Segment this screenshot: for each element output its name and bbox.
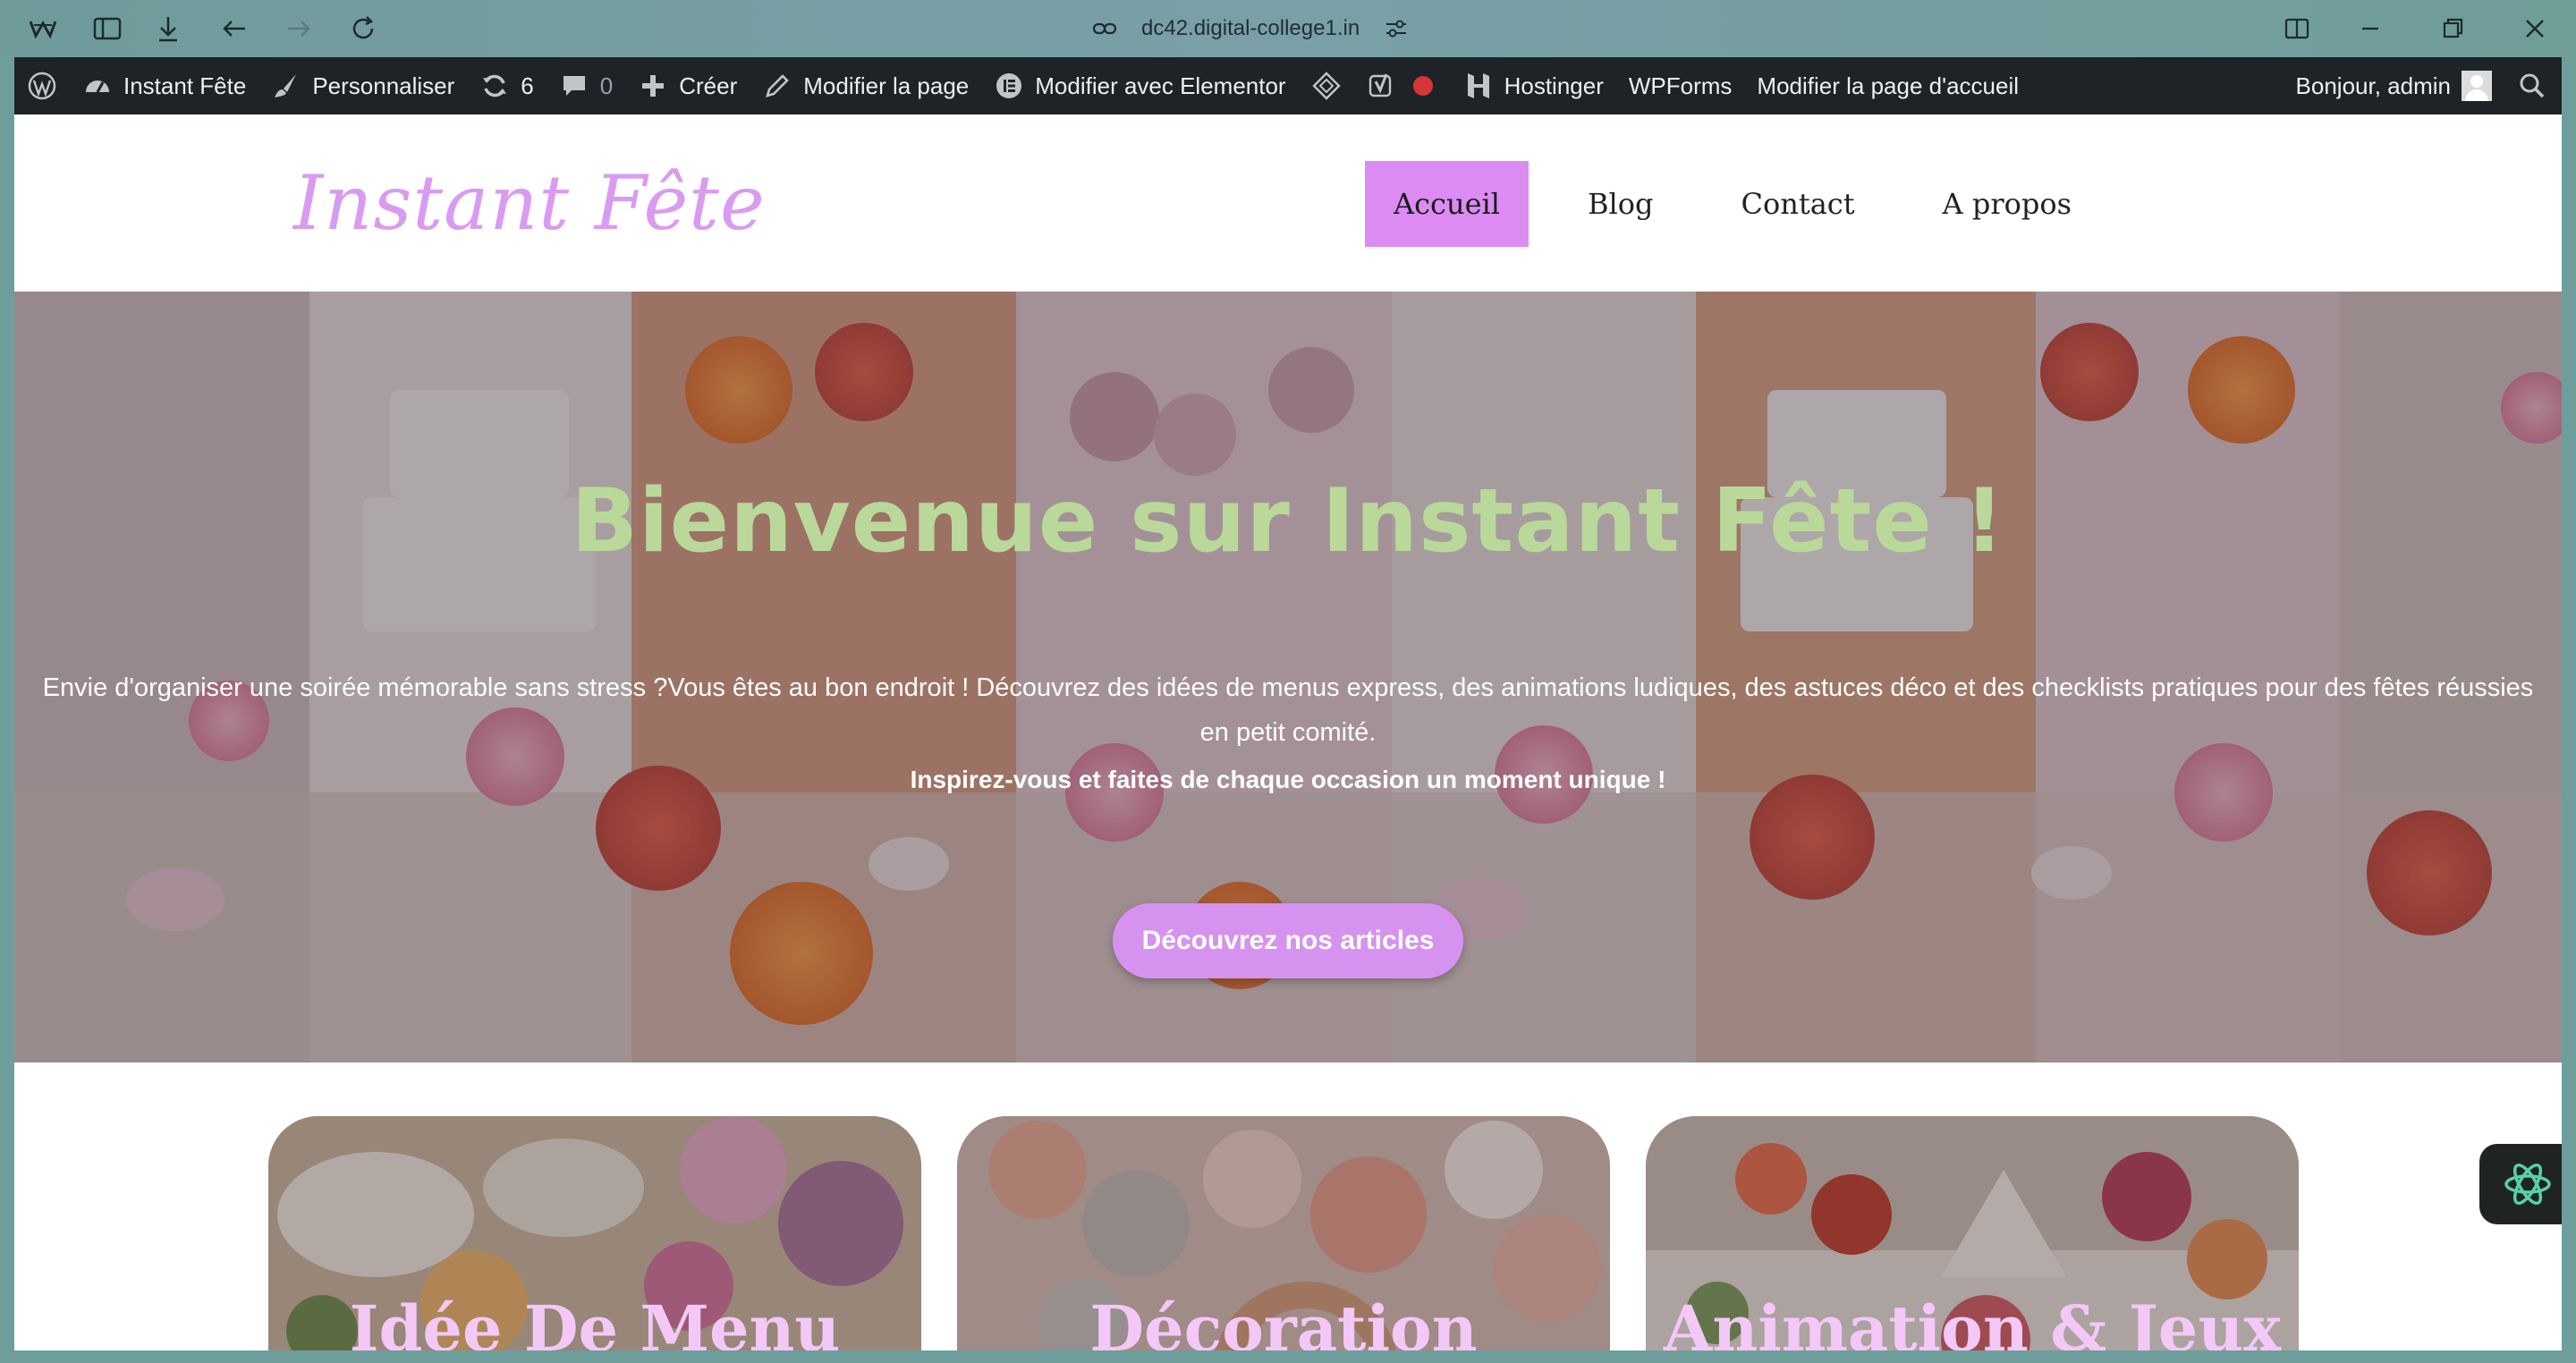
restore-icon[interactable] [2436,13,2469,45]
close-icon[interactable] [2519,13,2551,45]
category-card-menu[interactable]: Idée De Menu [268,1116,921,1350]
site-settings-icon[interactable] [1383,15,1410,42]
wp-wpforms[interactable]: WPForms [1616,57,1745,114]
wp-customize[interactable]: Personnaliser [258,57,467,114]
wp-edit-elementor[interactable]: Modifier avec Elementor [981,57,1298,114]
wp-yoast[interactable] [1354,57,1451,114]
wp-comments-count: 0 [599,72,614,99]
split-view-icon[interactable] [2281,13,2313,45]
back-icon[interactable] [218,13,250,45]
wp-hostinger[interactable]: Hostinger [1451,57,1616,114]
card-title-animation: Animation & Jeux [1664,1291,2281,1350]
forward-icon[interactable] [283,13,315,45]
wp-admin-bar: Instant Fête Personnaliser 6 0 Créer Mod… [14,57,2562,114]
minimize-icon[interactable] [2354,13,2386,45]
download-icon[interactable] [152,13,184,45]
site-logo[interactable]: Instant Fête [293,159,766,247]
wp-search[interactable] [2504,57,2562,114]
wp-wpforms-label: WPForms [1628,72,1733,99]
card-title-menu: Idée De Menu [349,1291,841,1350]
main-nav: Accueil Blog Contact A propos [1365,161,2131,247]
hero-title: Bienvenue sur Instant Fête ! [571,470,2005,572]
link-icon [1092,22,1117,35]
openai-icon [2504,1163,2551,1206]
wp-updates[interactable]: 6 [467,57,546,114]
wp-edit-home[interactable]: Modifier la page d'accueil [1744,57,2031,114]
category-card-decoration[interactable]: Décoration [957,1116,1610,1350]
wp-diamond-plugin[interactable] [1299,57,1354,114]
wp-create[interactable]: Créer [625,57,750,114]
yoast-icon [1368,73,1391,97]
brush-icon [275,74,297,97]
diamond-icon [1311,72,1341,100]
address-bar[interactable]: dc42.digital-college1.in [1091,11,1410,47]
wordpress-logo-icon[interactable] [14,57,70,114]
hero-section: Bienvenue sur Instant Fête ! Envie d'org… [14,292,2562,1062]
updates-icon [483,74,507,97]
wp-user-menu[interactable]: Bonjour, admin [2284,57,2504,114]
pencil-icon [766,74,790,97]
card-title-decoration: Décoration [1089,1291,1478,1350]
url-text[interactable]: dc42.digital-college1.in [1141,16,1360,41]
ai-assistant-button[interactable] [2479,1144,2562,1224]
nav-item-accueil[interactable]: Accueil [1365,161,1529,247]
search-icon [2520,73,2545,98]
nav-item-blog[interactable]: Blog [1559,161,1682,247]
wp-edit-home-label: Modifier la page d'accueil [1757,72,2019,99]
discover-articles-button[interactable]: Découvrez nos articles [1113,903,1463,978]
hostinger-icon [1467,73,1489,98]
site-header: Instant Fête Accueil Blog Contact A prop… [14,114,2562,292]
wp-updates-count: 6 [521,72,534,99]
wp-edit-elementor-label: Modifier avec Elementor [1035,72,1286,99]
dashboard-icon [86,80,109,93]
wp-site-name[interactable]: Instant Fête [70,57,258,114]
category-card-animation[interactable]: Animation & Jeux [1646,1116,2299,1350]
seo-status-dot-icon [1412,76,1433,96]
nav-item-a-propos[interactable]: A propos [1914,161,2101,247]
wp-create-label: Créer [679,72,738,99]
sidebar-toggle-icon[interactable] [91,13,123,45]
wp-comments[interactable]: 0 [547,57,625,114]
browser-toolbar: dc42.digital-college1.in [0,0,2576,57]
reload-icon[interactable] [347,13,379,45]
wp-edit-page-label: Modifier la page [803,72,970,99]
wp-edit-page[interactable]: Modifier la page [750,57,981,114]
elementor-icon [996,73,1022,98]
comment-icon [563,76,585,96]
category-cards: Idée De Menu Décoration Animation & Jeux [14,1062,2562,1350]
wp-customize-label: Personnaliser [312,72,455,99]
plus-icon [642,75,665,97]
wp-hostinger-label: Hostinger [1504,72,1604,99]
hero-subtext: Inspirez-vous et faites de chaque occasi… [910,766,1666,793]
browser-logo-icon[interactable] [27,13,59,45]
page-viewport: Instant Fête Personnaliser 6 0 Créer Mod… [14,57,2562,1350]
hero-description: Envie d'organiser une soirée mémorable s… [42,673,2534,747]
avatar [2462,71,2492,101]
wp-site-name-label: Instant Fête [123,72,247,99]
wp-greeting: Bonjour, admin [2295,72,2451,99]
nav-item-contact[interactable]: Contact [1712,161,1883,247]
